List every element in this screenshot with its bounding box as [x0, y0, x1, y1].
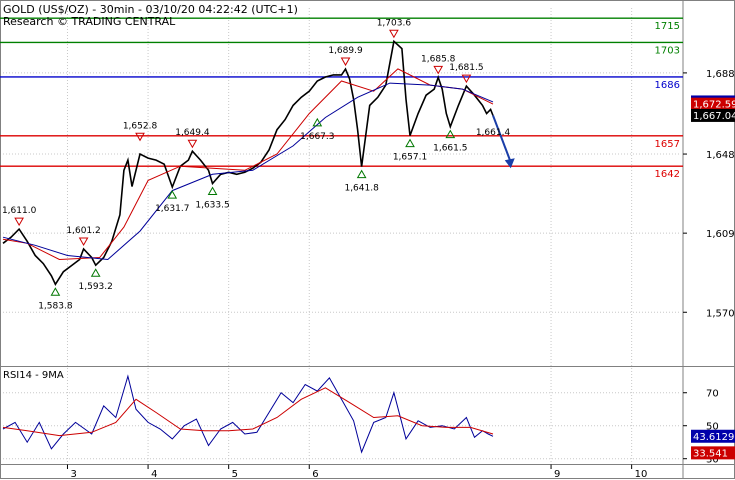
- swing-high-marker: [433, 65, 444, 75]
- level-layer: 1715 1703 1686 1657 1642: [0, 17, 683, 180]
- price-line: [2, 39, 494, 286]
- swing-low-marker: [50, 287, 61, 296]
- swing-label: 1,661.5: [433, 144, 467, 154]
- swing-label: 1,652.8: [123, 121, 158, 131]
- swing-low-marker: [90, 268, 101, 277]
- y-tick-label: 1,688: [706, 69, 735, 80]
- grid-layer: [0, 0, 735, 479]
- swing-label: 1,593.2: [79, 282, 113, 292]
- swing-high-marker: [135, 132, 145, 142]
- swing-label: 1,667.3: [300, 132, 334, 142]
- value-tag-label: 33.541: [693, 448, 728, 459]
- swing-label: 1,649.4: [175, 128, 210, 138]
- swing-label: 1,703.6: [377, 18, 412, 28]
- swing-label: 1,657.1: [393, 153, 427, 163]
- chart-stage: 1715 1703 1686 1657 1642 1,611.0 1,583.8 1,601…: [0, 0, 735, 480]
- axis-layer: 3 4 5 6 9 101,5701,6091,6481,688305070RSI14 -…: [3, 69, 735, 480]
- rsi-line: [2, 374, 494, 454]
- x-tick-label: 10: [635, 469, 648, 480]
- chart-frame: [0, 0, 735, 479]
- research-credit: Research © TRADING CENTRAL: [3, 15, 176, 28]
- level-label-1642: 1642: [655, 169, 680, 180]
- value-tag-label: 1,667.04: [693, 111, 735, 122]
- level-label-1703: 1703: [655, 45, 680, 56]
- y-tick-label: 1,609: [706, 229, 735, 240]
- x-tick-label: 6: [312, 469, 318, 480]
- x-tick-label: 3: [70, 469, 76, 480]
- x-tick-label: 4: [151, 469, 157, 480]
- rsi-ma-line: [2, 387, 494, 437]
- swing-high-marker: [340, 57, 351, 67]
- chart-svg: 1715 1703 1686 1657 1642 1,611.0 1,583.8 1,601…: [0, 0, 735, 480]
- swing-label: 1,689.9: [328, 46, 363, 56]
- level-label-1686: 1686: [655, 80, 680, 91]
- y-tick-label: 1,570: [706, 308, 735, 319]
- rsi-panel-title: RSI14 - 9MA: [3, 370, 64, 381]
- value-tag-label: 43.6129: [693, 432, 734, 443]
- y-tick-label: 1,648: [706, 150, 735, 161]
- swing-high-marker: [461, 74, 472, 84]
- swing-label: 1,583.8: [38, 301, 73, 311]
- swing-label: 1,633.5: [195, 200, 229, 210]
- swing-label: 1,631.7: [155, 204, 189, 214]
- rsi-tick-label: 70: [706, 389, 719, 400]
- swing-label: 1,601.2: [66, 226, 100, 236]
- swing-high-marker: [187, 139, 198, 149]
- x-tick-label: 9: [554, 469, 560, 480]
- swing-low-marker: [445, 129, 456, 139]
- swing-label: 1,661.4: [476, 128, 511, 138]
- swing-label: 1,681.5: [449, 63, 483, 73]
- swing-high-marker: [389, 29, 399, 39]
- swing-high-marker: [14, 217, 24, 227]
- swing-label: 1,611.0: [2, 206, 37, 216]
- swing-low-marker: [207, 186, 218, 195]
- swing-low-marker: [405, 138, 415, 148]
- projection-arrow-shaft: [492, 115, 512, 163]
- series-layer: [2, 39, 494, 454]
- swing-high-marker: [78, 237, 89, 246]
- x-tick-label: 5: [232, 469, 238, 480]
- level-label-1715: 1715: [655, 21, 680, 32]
- level-label-1657: 1657: [655, 139, 680, 150]
- swing-label: 1,641.8: [344, 184, 379, 194]
- swing-low-marker: [356, 169, 367, 179]
